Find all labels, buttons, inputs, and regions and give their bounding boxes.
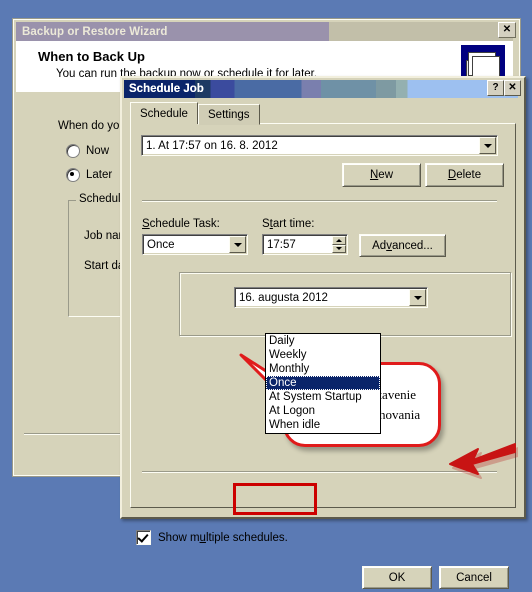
- radio-later[interactable]: Later: [66, 168, 112, 182]
- date-picker-value: 16. augusta 2012: [239, 291, 328, 304]
- schedule-task-label: Schedule Task:: [142, 218, 220, 230]
- spinner-down-button[interactable]: [332, 244, 346, 253]
- show-multiple-schedules-checkbox[interactable]: [136, 530, 151, 545]
- dialog-titlebar: Schedule Job: [124, 80, 518, 98]
- chevron-down-icon: [413, 295, 422, 300]
- tab-schedule[interactable]: Schedule: [130, 102, 198, 124]
- tab-settings[interactable]: Settings: [198, 104, 260, 125]
- radio-now-label: Now: [86, 145, 110, 157]
- schedule-task-dropdown-list[interactable]: Daily Weekly Monthly Once At System Star…: [265, 333, 381, 434]
- cancel-button[interactable]: Cancel: [439, 566, 509, 589]
- schedule-summary-dropdown-button[interactable]: [479, 137, 496, 154]
- wizard-title: Backup or Restore Wizard: [22, 25, 168, 38]
- chevron-down-icon: [233, 242, 242, 247]
- new-button-label: New: [369, 169, 393, 181]
- date-picker[interactable]: 16. augusta 2012: [234, 287, 428, 308]
- start-time-spinner[interactable]: [332, 236, 346, 253]
- arrow-up-icon: [336, 238, 342, 242]
- radio-later-label: Later: [86, 169, 113, 181]
- spinner-up-button[interactable]: [332, 236, 346, 245]
- advanced-button[interactable]: Advanced...: [359, 234, 446, 257]
- show-multiple-schedules-label: Show multiple schedules.: [158, 531, 288, 544]
- show-multiple-schedules-row[interactable]: Show multiple schedules.: [136, 530, 288, 545]
- dropdown-option-daily[interactable]: Daily: [266, 334, 380, 348]
- dropdown-option-once[interactable]: Once: [266, 376, 380, 390]
- schedule-task-value: Once: [147, 238, 175, 251]
- annotation-arrow-icon: [449, 443, 518, 479]
- start-time-field[interactable]: 17:57: [262, 234, 348, 255]
- divider-top: [142, 200, 497, 202]
- tab-settings-label: Settings: [208, 108, 250, 121]
- arrow-down-icon: [336, 247, 342, 251]
- radio-later-dot: [66, 168, 80, 182]
- start-time-label: Start time:: [262, 218, 315, 230]
- tab-schedule-label: Schedule: [140, 107, 188, 120]
- wizard-titlebar: Backup or Restore Wizard: [16, 22, 513, 41]
- dialog-button-bar: OK Cancel: [124, 552, 518, 592]
- dropdown-option-monthly[interactable]: Monthly: [266, 362, 380, 376]
- schedule-summary-combo[interactable]: 1. At 17:57 on 16. 8. 2012: [141, 135, 498, 156]
- screen-root: Backup or Restore Wizard ✕ When to Back …: [0, 0, 532, 589]
- dropdown-option-weekly[interactable]: Weekly: [266, 348, 380, 362]
- start-time-value: 17:57: [267, 238, 296, 251]
- dropdown-option-when-idle[interactable]: When idle: [266, 418, 380, 432]
- radio-now-dot: [66, 144, 80, 158]
- wizard-heading: When to Back Up: [38, 49, 145, 64]
- dropdown-option-at-system-startup[interactable]: At System Startup: [266, 390, 380, 404]
- delete-button[interactable]: Delete: [425, 163, 504, 187]
- dialog-title: Schedule Job: [129, 83, 204, 95]
- dialog-close-button[interactable]: ✕: [504, 80, 521, 96]
- new-button[interactable]: New: [342, 163, 421, 187]
- dropdown-option-at-logon[interactable]: At Logon: [266, 404, 380, 418]
- chevron-down-icon: [483, 143, 492, 148]
- dialog-help-button[interactable]: ?: [487, 80, 504, 96]
- schedule-task-dropdown-button[interactable]: [229, 236, 246, 253]
- schedule-task-combo[interactable]: Once: [142, 234, 248, 255]
- delete-button-label: Delete: [447, 169, 482, 181]
- wizard-prompt: When do you: [58, 120, 126, 132]
- ok-button[interactable]: OK: [362, 566, 432, 589]
- tabstrip: Schedule Settings: [130, 102, 516, 125]
- radio-now[interactable]: Now: [66, 144, 109, 158]
- schedule-summary-value: 1. At 17:57 on 16. 8. 2012: [146, 139, 278, 152]
- date-picker-dropdown-button[interactable]: [409, 289, 426, 306]
- advanced-button-label: Advanced...: [372, 239, 433, 252]
- wizard-close-button[interactable]: ✕: [498, 22, 516, 38]
